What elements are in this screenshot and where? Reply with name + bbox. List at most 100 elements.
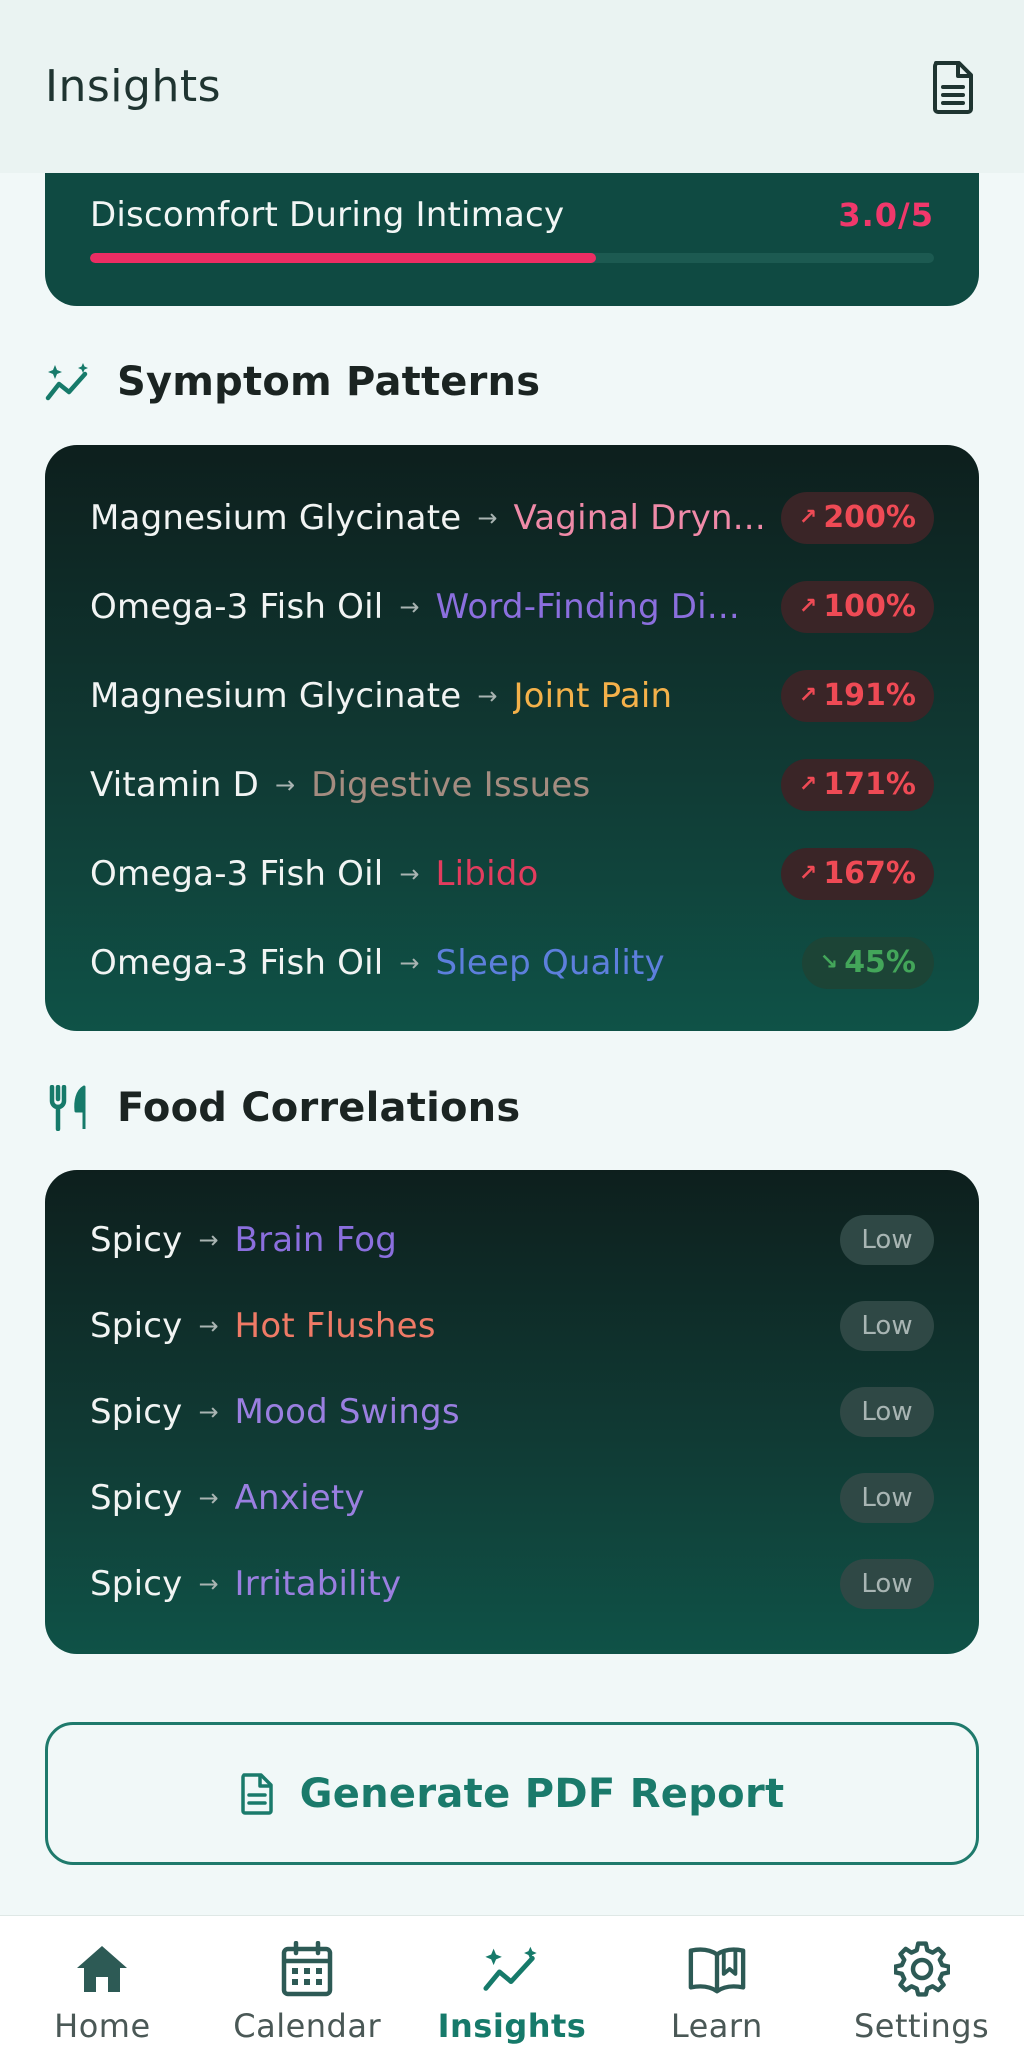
change-value: 100% (823, 589, 916, 624)
bottom-nav: Home Calendar Insights Learn Settings (0, 1915, 1024, 2067)
pattern-cause: Omega-3 Fish Oil (90, 586, 384, 627)
food-effect: Brain Fog (234, 1220, 398, 1260)
food-text: Spicy → Hot Flushes (90, 1306, 840, 1346)
change-badge: ↗ 100% (780, 580, 934, 633)
pattern-text: Magnesium Glycinate → Joint Pain (90, 676, 769, 716)
trend-up-icon: ↗ (798, 683, 818, 708)
section-title: Food Correlations (117, 1085, 521, 1131)
pattern-effect: Digestive Issues (311, 764, 591, 805)
strength-badge: Low (840, 1215, 934, 1265)
pattern-effect: Word-Finding Di... (435, 586, 740, 627)
arrow-right-icon: → (198, 1226, 219, 1254)
change-value: 167% (823, 856, 916, 891)
nav-label: Settings (853, 2006, 990, 2045)
strength-badge: Low (840, 1301, 934, 1351)
change-badge: ↗ 191% (780, 669, 934, 722)
change-badge: ↗ 167% (780, 847, 934, 900)
food-row[interactable]: Spicy → Anxiety Low (90, 1455, 934, 1541)
nav-learn[interactable]: Learn (627, 1939, 807, 2045)
section-title: Symptom Patterns (117, 359, 541, 405)
generate-pdf-button[interactable]: Generate PDF Report (45, 1722, 979, 1865)
food-effect: Irritability (234, 1564, 402, 1604)
food-row[interactable]: Spicy → Brain Fog Low (90, 1197, 934, 1283)
home-icon (72, 1939, 132, 1999)
nav-home[interactable]: Home (12, 1939, 192, 2045)
arrow-right-icon: → (477, 503, 498, 532)
change-value: 200% (823, 500, 916, 535)
pattern-effect: Joint Pain (513, 675, 673, 716)
pattern-effect: Vaginal Dryn... (513, 497, 766, 538)
food-row[interactable]: Spicy → Hot Flushes Low (90, 1283, 934, 1369)
pattern-row[interactable]: Magnesium Glycinate → Joint Pain ↗ 191% (90, 651, 934, 740)
arrow-right-icon: → (198, 1312, 219, 1340)
arrow-right-icon: → (275, 770, 296, 799)
pattern-cause: Magnesium Glycinate (90, 497, 462, 538)
arrow-right-icon: → (198, 1570, 219, 1598)
arrow-right-icon: → (399, 948, 420, 977)
food-row[interactable]: Spicy → Mood Swings Low (90, 1369, 934, 1455)
food-effect: Mood Swings (234, 1392, 460, 1432)
symptom-patterns-heading: Symptom Patterns (45, 358, 540, 406)
nav-label: Learn (670, 2006, 763, 2045)
metric-value: 3.0/5 (838, 196, 934, 234)
nav-insights[interactable]: Insights (422, 1939, 602, 2045)
arrow-right-icon: → (198, 1484, 219, 1512)
pattern-text: Vitamin D → Digestive Issues (90, 765, 769, 805)
pattern-cause: Omega-3 Fish Oil (90, 853, 384, 894)
nav-calendar[interactable]: Calendar (217, 1939, 397, 2045)
arrow-right-icon: → (399, 592, 420, 621)
food-name: Spicy (90, 1478, 183, 1518)
food-correlations-card: Spicy → Brain Fog Low Spicy → Hot Flushes Low Sp… (45, 1170, 979, 1654)
arrow-right-icon: → (477, 681, 498, 710)
pattern-text: Omega-3 Fish Oil → Word-Finding Di... (90, 587, 769, 627)
nav-settings[interactable]: Settings (832, 1939, 1012, 2045)
pattern-row[interactable]: Vitamin D → Digestive Issues ↗ 171% (90, 740, 934, 829)
arrow-right-icon: → (198, 1398, 219, 1426)
food-effect: Hot Flushes (234, 1306, 436, 1346)
metric-label: Discomfort During Intimacy (90, 195, 565, 235)
pattern-row[interactable]: Omega-3 Fish Oil → Sleep Quality ↘ 45% (90, 918, 934, 1007)
food-text: Spicy → Mood Swings (90, 1392, 840, 1432)
trend-up-icon: ↗ (798, 594, 818, 619)
intimacy-metric-card: Discomfort During Intimacy 3.0/5 (45, 150, 979, 306)
utensils-icon (45, 1084, 93, 1132)
strength-badge: Low (840, 1387, 934, 1437)
document-icon (933, 60, 973, 114)
metric-progress-fill (90, 253, 597, 263)
metric-progress-track (90, 253, 934, 263)
app-header: Insights (0, 0, 1024, 173)
food-name: Spicy (90, 1392, 183, 1432)
pattern-cause: Magnesium Glycinate (90, 675, 462, 716)
nav-label: Home (54, 2006, 151, 2045)
food-row[interactable]: Spicy → Irritability Low (90, 1541, 934, 1627)
change-badge: ↘ 45% (801, 936, 934, 989)
pattern-text: Magnesium Glycinate → Vaginal Dryn... (90, 498, 769, 538)
trend-up-icon: ↗ (798, 861, 818, 886)
change-value: 171% (823, 767, 916, 802)
food-name: Spicy (90, 1306, 183, 1346)
pattern-cause: Vitamin D (90, 764, 260, 805)
pattern-effect: Sleep Quality (435, 942, 665, 983)
pattern-row[interactable]: Omega-3 Fish Oil → Word-Finding Di... ↗ 100% (90, 562, 934, 651)
report-button[interactable] (927, 57, 979, 117)
calendar-icon (277, 1939, 337, 1999)
symptom-patterns-card: Magnesium Glycinate → Vaginal Dryn... ↗ 200%… (45, 445, 979, 1031)
trend-up-icon: ↗ (798, 772, 818, 797)
document-icon (240, 1772, 273, 1815)
pattern-row[interactable]: Magnesium Glycinate → Vaginal Dryn... ↗ 200% (90, 473, 934, 562)
pattern-row[interactable]: Omega-3 Fish Oil → Libido ↗ 167% (90, 829, 934, 918)
change-badge: ↗ 200% (780, 491, 934, 544)
trend-sparkle-icon (45, 358, 93, 406)
trend-sparkle-icon (482, 1939, 542, 1999)
pattern-cause: Omega-3 Fish Oil (90, 942, 384, 983)
food-text: Spicy → Irritability (90, 1564, 840, 1604)
gear-icon (892, 1939, 952, 1999)
food-name: Spicy (90, 1564, 183, 1604)
food-name: Spicy (90, 1220, 183, 1260)
pattern-effect: Libido (435, 853, 539, 894)
change-value: 45% (844, 945, 916, 980)
change-value: 191% (823, 678, 916, 713)
pattern-text: Omega-3 Fish Oil → Libido (90, 854, 769, 894)
change-badge: ↗ 171% (780, 758, 934, 811)
pattern-text: Omega-3 Fish Oil → Sleep Quality (90, 943, 790, 983)
